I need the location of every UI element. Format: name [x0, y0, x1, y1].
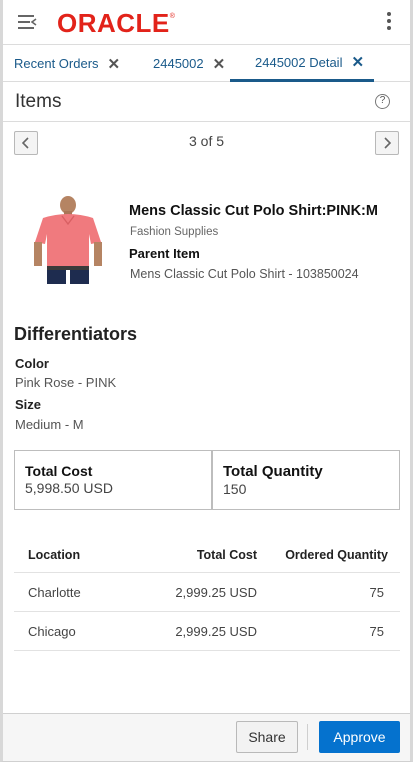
cell-location: Chicago: [28, 624, 76, 639]
differentiators-heading: Differentiators: [14, 324, 138, 344]
approve-button[interactable]: Approve: [319, 721, 400, 753]
table-row[interactable]: Charlotte 2,999.25 USD 75: [14, 573, 400, 612]
share-button[interactable]: Share: [236, 721, 298, 753]
action-footer: Share Approve: [3, 713, 410, 761]
color-label: Color: [15, 356, 49, 371]
cell-location: Charlotte: [28, 585, 81, 600]
more-options-icon[interactable]: [386, 12, 392, 32]
tab-label: 2445002 Detail: [255, 54, 343, 70]
product-name: Mens Classic Cut Polo Shirt:PINK:M: [129, 203, 378, 219]
size-value: Medium - M: [15, 417, 84, 432]
parent-item-value: Mens Classic Cut Polo Shirt - 103850024: [130, 267, 359, 281]
size-label: Size: [15, 397, 42, 412]
column-header-location: Location: [28, 548, 81, 562]
oracle-logo: ORACLE®: [57, 8, 176, 38]
cell-ordered-quantity: 75: [369, 624, 384, 639]
cell-total-cost: 2,999.25 USD: [175, 624, 257, 639]
total-cost-cell: Total Cost 5,998.50 USD: [15, 451, 212, 509]
location-table: Location Total Cost Ordered Quantity Cha…: [14, 536, 400, 651]
close-icon[interactable]: ✕: [213, 55, 226, 73]
total-quantity-value: 150: [223, 481, 247, 497]
tab-bar: Recent Orders ✕ 2445002 ✕ 2445002 Detail…: [3, 44, 410, 82]
column-header-ordered-quantity: Ordered Quantity: [285, 548, 388, 562]
items-header: Items ?: [3, 82, 410, 122]
cell-ordered-quantity: 75: [369, 585, 384, 600]
product-department: Fashion Supplies: [130, 226, 219, 238]
header-bar: ORACLE®: [3, 0, 410, 44]
tab-label: Recent Orders: [14, 56, 99, 71]
help-icon[interactable]: ?: [375, 94, 390, 109]
parent-item-label: Parent Item: [129, 246, 200, 261]
total-cost-value: 5,998.50 USD: [25, 480, 113, 496]
total-quantity-cell: Total Quantity 150: [212, 451, 399, 509]
page-title: Items: [15, 91, 62, 112]
pager-position: 3 of 5: [188, 133, 225, 149]
totals-panel: Total Cost 5,998.50 USD Total Quantity 1…: [14, 450, 400, 510]
product-image: [29, 196, 107, 284]
table-row[interactable]: Chicago 2,999.25 USD 75: [14, 612, 400, 651]
tab-label: 2445002: [153, 56, 204, 71]
close-icon[interactable]: ✕: [351, 53, 364, 71]
footer-divider: [307, 724, 308, 750]
menu-icon[interactable]: [17, 13, 39, 31]
tab-2445002-detail[interactable]: 2445002 Detail ✕: [230, 45, 374, 82]
total-quantity-label: Total Quantity: [223, 463, 323, 480]
total-cost-label: Total Cost: [25, 463, 93, 479]
cell-total-cost: 2,999.25 USD: [175, 585, 257, 600]
next-item-button[interactable]: [375, 131, 399, 155]
tab-2445002[interactable]: 2445002 ✕: [153, 45, 225, 82]
column-header-total-cost: Total Cost: [196, 548, 257, 562]
close-icon[interactable]: ✕: [108, 55, 121, 73]
table-header-row: Location Total Cost Ordered Quantity: [14, 536, 400, 573]
chevron-right-icon: [384, 137, 391, 149]
tab-recent-orders[interactable]: Recent Orders ✕: [14, 45, 120, 82]
color-value: Pink Rose - PINK: [15, 375, 117, 390]
